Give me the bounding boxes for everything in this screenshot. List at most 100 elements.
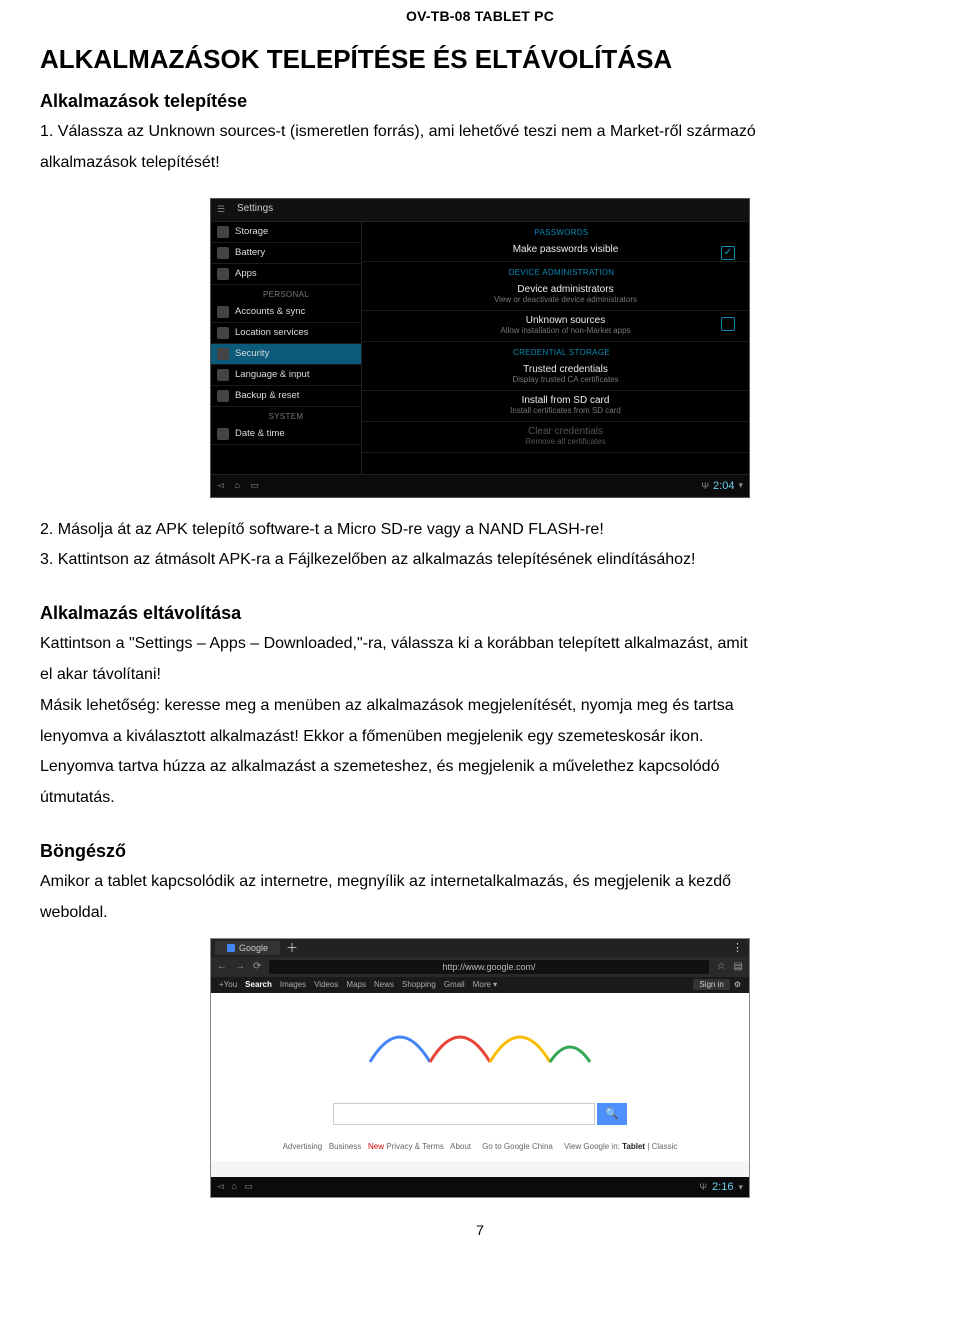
screenshot-settings-wrap: ☰ Settings Storage Battery Apps PERSONAL… [40, 198, 920, 498]
ribbon-videos[interactable]: Videos [314, 980, 338, 989]
recent-icon[interactable]: ▭ [244, 1181, 253, 1191]
back-icon[interactable]: ◅ [217, 480, 224, 490]
sidebar-cat-system: SYSTEM [211, 407, 361, 424]
browser-content: 🔍 Advertising Business New Privacy & Ter… [211, 993, 749, 1161]
location-icon [217, 327, 229, 339]
usb-icon: Ψ [702, 481, 710, 491]
language-icon [217, 369, 229, 381]
google-favicon-icon [227, 944, 235, 952]
sidebar-cat-personal: PERSONAL [211, 285, 361, 302]
remove-p2a: Másik lehetőség: keresse meg a menüben a… [40, 694, 920, 719]
home-icon[interactable]: ⌂ [231, 1181, 236, 1191]
install-step2: 2. Másolja át az APK telepítő software-t… [40, 518, 920, 543]
ribbon-shopping[interactable]: Shopping [402, 980, 436, 989]
ribbon-gmail[interactable]: Gmail [444, 980, 465, 989]
android-navbar-2: ◅ ⌂ ▭ Ψ 2:16 ▾ [211, 1177, 749, 1197]
back-icon[interactable]: ◅ [217, 1181, 224, 1191]
storage-icon [217, 226, 229, 238]
item-install-from-sd[interactable]: Install from SD card Install certificate… [362, 391, 749, 422]
item-trusted-credentials[interactable]: Trusted credentials Display trusted CA c… [362, 360, 749, 391]
search-icon: 🔍 [605, 1107, 619, 1120]
browser-p1b: weboldal. [40, 901, 920, 926]
ribbon-images[interactable]: Images [280, 980, 306, 989]
google-ribbon: +You Search Images Videos Maps News Shop… [211, 977, 749, 993]
browser-tab[interactable]: Google [215, 941, 280, 955]
item-device-admins[interactable]: Device administrators View or deactivate… [362, 280, 749, 311]
item-make-passwords-visible[interactable]: Make passwords visible ✓ [362, 240, 749, 262]
google-footer: Advertising Business New Privacy & Terms… [211, 1142, 749, 1151]
bookmarks-icon[interactable]: ▤ [734, 961, 743, 972]
remove-p1a: Kattintson a "Settings – Apps – Download… [40, 632, 920, 657]
item-unknown-sources[interactable]: Unknown sources Allow installation of no… [362, 311, 749, 342]
sidebar-item-battery[interactable]: Battery [211, 243, 361, 264]
search-button[interactable]: 🔍 [597, 1103, 627, 1125]
signin-button[interactable]: Sign in [693, 979, 729, 990]
remove-p3b: útmutatás. [40, 786, 920, 811]
heading-browser: Böngésző [40, 841, 920, 862]
sidebar-item-language[interactable]: Language & input [211, 365, 361, 386]
gear-icon[interactable]: ⚙ [734, 980, 741, 989]
heading-install: Alkalmazások telepítése [40, 91, 920, 112]
ribbon-search[interactable]: Search [245, 980, 272, 989]
page-number: 7 [40, 1222, 920, 1238]
lock-icon [217, 348, 229, 360]
ribbon-news[interactable]: News [374, 980, 394, 989]
home-icon[interactable]: ⌂ [234, 480, 239, 490]
cat-credential-storage: CREDENTIAL STORAGE [362, 342, 749, 360]
browser-p1a: Amikor a tablet kapcsolódik az internetr… [40, 870, 920, 895]
navbar-clock: 2:04 [713, 480, 734, 492]
settings-sidebar: Storage Battery Apps PERSONAL Accounts &… [211, 222, 362, 476]
browser-urlbar: ← → ⟳ http://www.google.com/ ☆ ▤ [211, 957, 749, 977]
address-field[interactable]: http://www.google.com/ [269, 960, 708, 974]
apps-icon [217, 268, 229, 280]
menu-dots-icon[interactable]: ⋮ [732, 941, 743, 954]
sync-icon [217, 306, 229, 318]
bookmark-star-icon[interactable]: ☆ [717, 961, 726, 972]
install-step3: 3. Kattintson az átmásolt APK-ra a Fájlk… [40, 548, 920, 573]
google-doodle [360, 1007, 600, 1077]
remove-p1b: el akar távolítani! [40, 663, 920, 688]
remove-p2b: lenyomva a kiválasztott alkalmazást! Ekk… [40, 725, 920, 750]
cat-device-admin: DEVICE ADMINISTRATION [362, 262, 749, 280]
browser-tabs: Google ＋ ⋮ [211, 939, 749, 957]
sidebar-item-datetime[interactable]: Date & time [211, 424, 361, 445]
heading-install-remove: ALKALMAZÁSOK TELEPÍTÉSE ÉS ELTÁVOLÍTÁSA [40, 44, 920, 75]
settings-topbar: ☰ Settings [211, 199, 749, 222]
settings-title: Settings [237, 203, 273, 214]
sidebar-item-backup[interactable]: Backup & reset [211, 386, 361, 407]
android-navbar: ◅ ⌂ ▭ Ψ 2:04 ▾ [211, 474, 749, 497]
settings-main: PASSWORDS Make passwords visible ✓ DEVIC… [362, 222, 749, 476]
search-input[interactable] [333, 1103, 595, 1125]
install-step1b: alkalmazások telepítését! [40, 151, 920, 176]
sidebar-item-security[interactable]: Security [211, 344, 361, 365]
sliders-icon: ☰ [217, 204, 225, 215]
wifi-icon: ▾ [738, 1182, 743, 1192]
screenshot-browser-wrap: Google ＋ ⋮ ← → ⟳ http://www.google.com/ … [40, 938, 920, 1198]
new-tab-icon[interactable]: ＋ [286, 939, 298, 956]
sidebar-item-accounts[interactable]: Accounts & sync [211, 302, 361, 323]
ribbon-maps[interactable]: Maps [346, 980, 366, 989]
battery-icon [217, 247, 229, 259]
ribbon-you[interactable]: +You [219, 980, 237, 989]
install-step1a: 1. Válassza az Unknown sources-t (ismere… [40, 120, 920, 145]
checkbox-icon[interactable]: ✓ [721, 317, 735, 331]
browser-reload-icon[interactable]: ⟳ [253, 961, 261, 972]
navbar-clock-2: 2:16 [712, 1181, 733, 1193]
browser-back-icon[interactable]: ← [217, 961, 227, 972]
recent-icon[interactable]: ▭ [250, 480, 259, 490]
search-row: 🔍 [333, 1103, 627, 1125]
remove-p3a: Lenyomva tartva húzza az alkalmazást a s… [40, 755, 920, 780]
check-icon[interactable]: ✓ [721, 246, 735, 260]
navbar-left: ◅ ⌂ ▭ [217, 480, 267, 491]
doc-header: OV-TB-08 TABLET PC [40, 0, 920, 36]
screenshot-settings: ☰ Settings Storage Battery Apps PERSONAL… [210, 198, 750, 498]
browser-forward-icon[interactable]: → [235, 961, 245, 972]
sidebar-item-location[interactable]: Location services [211, 323, 361, 344]
document-page: OV-TB-08 TABLET PC ALKALMAZÁSOK TELEPÍTÉ… [0, 0, 960, 1278]
ribbon-more[interactable]: More ▾ [473, 980, 497, 989]
item-clear-credentials: Clear credentials Remove all certificate… [362, 422, 749, 453]
sidebar-item-storage[interactable]: Storage [211, 222, 361, 243]
sidebar-item-apps[interactable]: Apps [211, 264, 361, 285]
screenshot-browser: Google ＋ ⋮ ← → ⟳ http://www.google.com/ … [210, 938, 750, 1198]
cat-passwords: PASSWORDS [362, 222, 749, 240]
